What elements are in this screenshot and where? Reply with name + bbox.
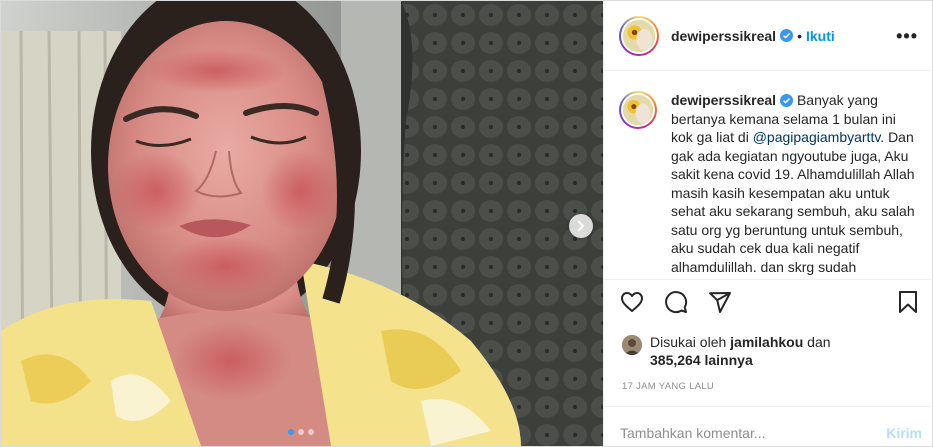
like-button[interactable] bbox=[618, 288, 646, 316]
action-bar bbox=[604, 279, 933, 323]
comment-input[interactable] bbox=[620, 424, 887, 441]
carousel-dot bbox=[308, 429, 314, 435]
avatar[interactable] bbox=[619, 15, 659, 56]
avatar-image bbox=[623, 19, 655, 52]
bookmark-icon bbox=[899, 290, 917, 313]
post-photo[interactable] bbox=[1, 1, 603, 446]
comment-form: Kirim bbox=[604, 406, 933, 447]
caption-text: dewiperssikreal Banyak yang bertanya kem… bbox=[671, 91, 918, 279]
liker-avatar[interactable] bbox=[622, 335, 642, 355]
instagram-post: dewiperssikreal • Ikuti ••• dewiperssikr… bbox=[0, 0, 933, 447]
likes-prefix: Disukai oleh bbox=[650, 334, 731, 350]
liker-avatar-image bbox=[622, 335, 642, 355]
likes-count-link[interactable]: 385,264 lainnya bbox=[650, 352, 753, 368]
carousel-dot bbox=[298, 429, 304, 435]
post-comment-button[interactable]: Kirim bbox=[886, 425, 922, 441]
caption-body-end: . Dan gak ada kegiatan ngyoutube juga, A… bbox=[671, 129, 915, 275]
carousel-indicators bbox=[288, 429, 314, 435]
post-timestamp[interactable]: 17 JAM YANG LALU bbox=[604, 381, 933, 406]
comment-button[interactable] bbox=[662, 288, 690, 316]
heart-icon bbox=[621, 291, 643, 312]
post-sidebar: dewiperssikreal • Ikuti ••• dewiperssikr… bbox=[603, 1, 933, 446]
avatar-image bbox=[623, 95, 653, 125]
verified-badge-icon bbox=[780, 94, 794, 107]
save-button[interactable] bbox=[894, 288, 922, 316]
avatar[interactable] bbox=[619, 91, 657, 129]
share-button[interactable] bbox=[706, 288, 734, 316]
comment-icon bbox=[665, 290, 688, 313]
liker-username-link[interactable]: jamilahkou bbox=[730, 334, 803, 350]
share-icon bbox=[709, 291, 731, 313]
chevron-right-icon bbox=[578, 221, 585, 231]
mention-link[interactable]: @pagipagiambyarttv bbox=[753, 129, 881, 145]
next-slide-button[interactable] bbox=[569, 214, 593, 238]
post-header: dewiperssikreal • Ikuti ••• bbox=[604, 1, 933, 71]
header-separator: • bbox=[797, 27, 802, 44]
caption-username-link[interactable]: dewiperssikreal bbox=[671, 92, 776, 108]
carousel-dot bbox=[288, 429, 294, 435]
follow-button[interactable]: Ikuti bbox=[806, 28, 835, 44]
more-options-button[interactable]: ••• bbox=[896, 27, 918, 45]
username-link[interactable]: dewiperssikreal bbox=[671, 28, 776, 44]
likes-text: Disukai oleh jamilahkou dan 385,264 lain… bbox=[650, 333, 831, 369]
selfie-photo bbox=[1, 1, 603, 446]
verified-badge-icon bbox=[780, 29, 794, 42]
likes-summary: Disukai oleh jamilahkou dan 385,264 lain… bbox=[604, 323, 933, 381]
likes-middle: dan bbox=[803, 334, 831, 350]
caption-section: dewiperssikreal Banyak yang bertanya kem… bbox=[604, 71, 933, 279]
